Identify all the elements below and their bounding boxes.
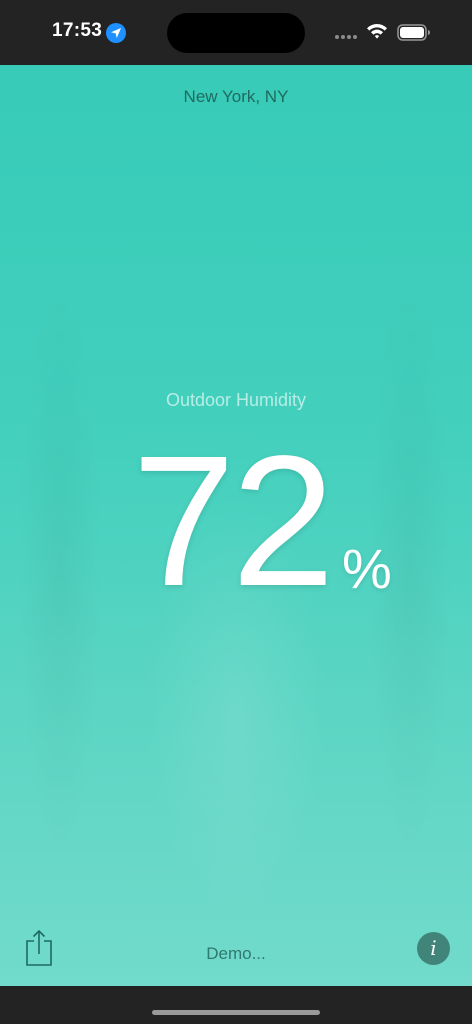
- status-bar: 17:53: [0, 0, 472, 65]
- battery-icon: [397, 24, 430, 41]
- home-indicator[interactable]: [152, 1010, 320, 1015]
- dynamic-island: [167, 13, 305, 53]
- humidity-unit: %: [342, 537, 392, 600]
- signal-icon: [335, 35, 359, 40]
- metric-label: Outdoor Humidity: [165, 390, 307, 410]
- demo-status-label: Demo...: [206, 944, 266, 963]
- humidity-value: 72: [132, 418, 335, 625]
- home-indicator-area: [0, 986, 472, 1024]
- humidity-app-view: New York, NY Outdoor Humidity 72 % Demo.…: [0, 65, 472, 986]
- info-button[interactable]: i: [417, 932, 450, 965]
- location-arrow-icon: [106, 23, 126, 43]
- wifi-icon: [367, 23, 387, 39]
- humidity-reading: 72 %: [0, 427, 472, 617]
- location-name: New York, NY: [183, 87, 289, 106]
- status-time: 17:53: [52, 20, 103, 41]
- phone-screen: 17:53 New York, NY Outdoor Humidity 72 %: [0, 0, 472, 1024]
